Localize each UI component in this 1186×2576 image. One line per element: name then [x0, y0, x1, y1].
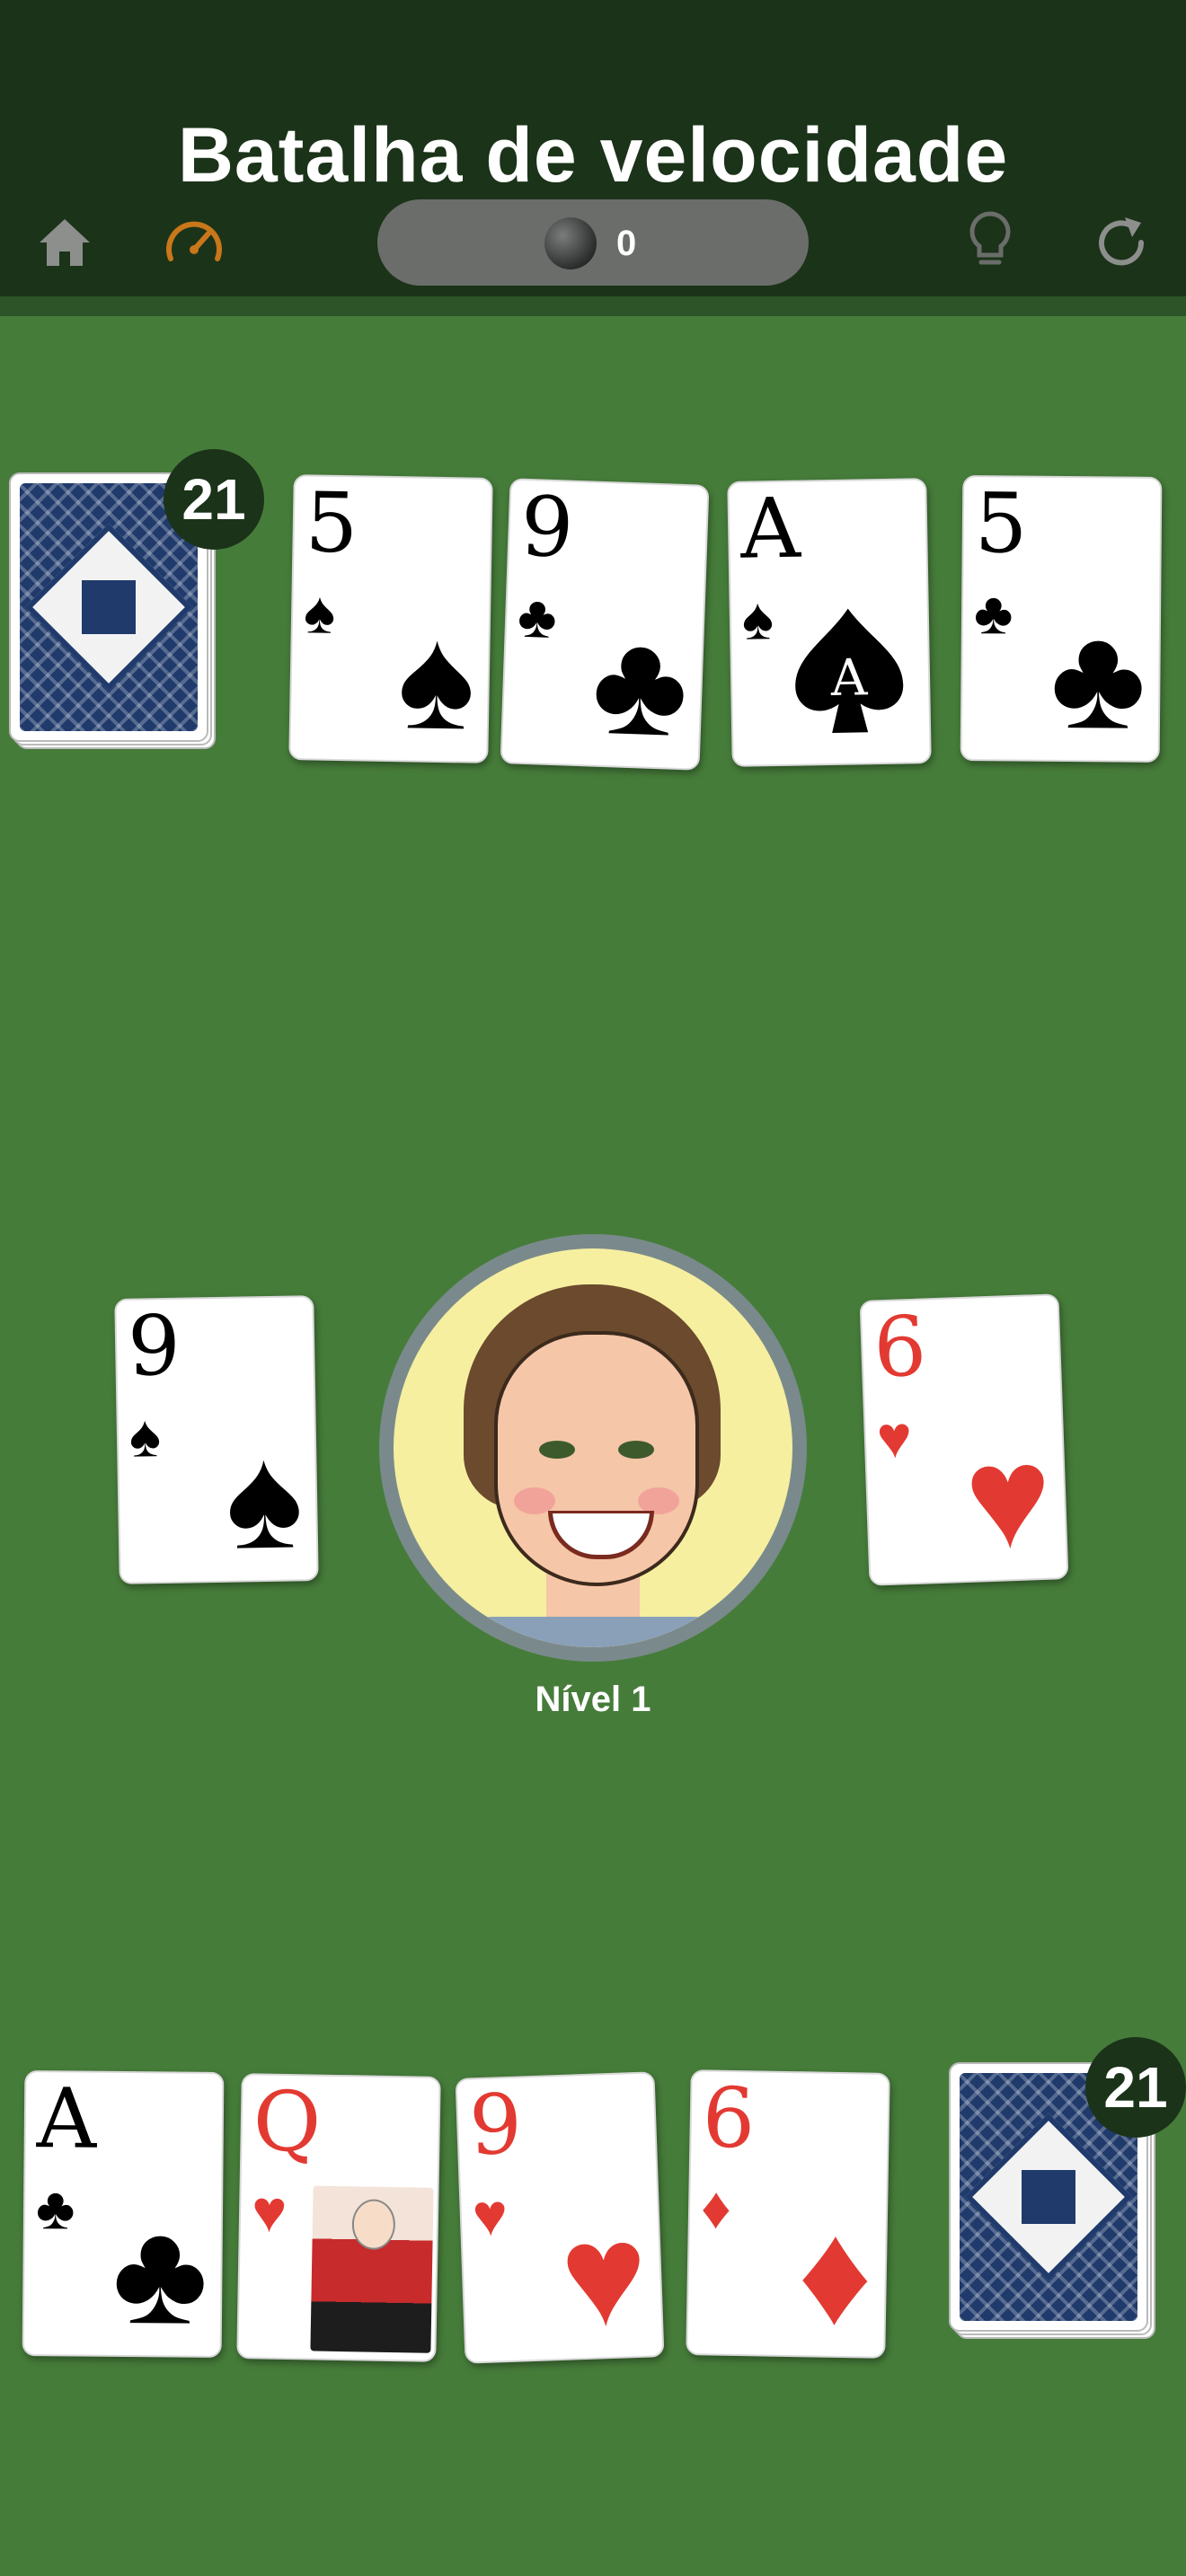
top-bar-shadow	[0, 296, 1186, 316]
card-suit: ♣	[35, 2175, 75, 2242]
card-suit-large: ♥	[557, 2192, 651, 2358]
card-suit-large: ♣	[1049, 595, 1147, 760]
card-suit-large: ♥	[961, 1414, 1055, 1580]
card-rank: 5	[974, 475, 1028, 572]
opponent-card: A ♠ A	[727, 478, 932, 767]
opponent-card: 5 ♠ ♠	[288, 474, 493, 763]
card-suit-large: ♣	[111, 2191, 209, 2355]
player-card[interactable]: 9 ♥ ♥	[455, 2071, 665, 2364]
card-rank: 9	[518, 478, 576, 577]
card-suit: ♠	[128, 1402, 162, 1469]
opponent-deck-count: 21	[164, 449, 264, 550]
card-suit: ♦	[700, 2174, 732, 2241]
coin-counter: 0	[377, 199, 809, 286]
coin-count: 0	[616, 224, 637, 263]
queen-portrait	[310, 2185, 434, 2353]
card-suit: ♣	[973, 579, 1013, 647]
card-rank: 6	[701, 2069, 757, 2167]
card-suit: ♥	[251, 2177, 288, 2245]
home-icon[interactable]	[29, 207, 101, 278]
player-card[interactable]: 6 ♦ ♦	[686, 2069, 890, 2359]
card-suit-large: ♦	[796, 2192, 874, 2356]
speedometer-icon[interactable]	[158, 207, 230, 278]
player-card[interactable]: Q ♥	[236, 2073, 441, 2362]
left-pile-card[interactable]: 9 ♠ ♠	[114, 1295, 319, 1584]
card-rank: A	[36, 2070, 97, 2167]
card-suit: ♠	[741, 585, 774, 652]
card-rank: 5	[304, 474, 359, 572]
card-rank: 6	[872, 1298, 928, 1397]
coin-icon	[544, 217, 597, 269]
opponent-card: 9 ♣ ♣	[500, 478, 710, 771]
card-suit-large: ♠	[224, 1416, 305, 1580]
card-suit: ♠	[303, 578, 336, 646]
card-rank: 9	[127, 1297, 181, 1395]
card-rank: A	[739, 480, 801, 578]
card-rank: 9	[467, 2076, 524, 2175]
right-pile-card[interactable]: 6 ♥ ♥	[859, 1293, 1069, 1586]
card-suit: ♣	[516, 582, 558, 651]
opponent-avatar	[379, 1234, 807, 1662]
card-suit-large: ♠	[396, 596, 477, 761]
card-suit: ♥	[471, 2181, 509, 2249]
lightbulb-icon[interactable]	[954, 203, 1026, 275]
player-card[interactable]: A ♣ ♣	[22, 2070, 225, 2358]
card-suit: ♥	[875, 1403, 914, 1471]
level-label: Nível 1	[535, 1680, 651, 1719]
opponent-card: 5 ♣ ♣	[960, 475, 1163, 763]
player-deck-count: 21	[1085, 2037, 1186, 2138]
svg-text:A: A	[829, 648, 868, 708]
card-rank: Q	[252, 2073, 323, 2171]
card-suit-large: ♣	[589, 601, 691, 768]
restart-icon[interactable]	[1085, 207, 1157, 278]
ace-spade-icon: A	[791, 603, 908, 737]
game-title: Batalha de velocidade	[177, 112, 1009, 198]
